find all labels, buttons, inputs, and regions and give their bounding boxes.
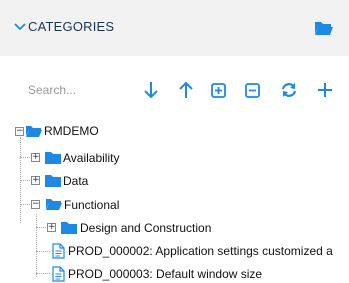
plus-icon[interactable] [316,80,334,100]
categories-header[interactable]: CATEGORIES [0,0,349,56]
expand-toggle[interactable]: + [47,223,56,232]
tree-node-label: Availability [63,151,120,165]
minus-square-icon[interactable] [244,80,262,100]
collapse-toggle[interactable]: − [15,127,24,136]
folder-icon [45,152,61,164]
folder-icon [45,175,61,187]
tree-node-label: Functional [64,198,120,212]
tree-node-label: RMDEMO [44,124,99,138]
expand-toggle[interactable]: + [31,176,40,185]
document-icon [52,243,65,259]
arrow-down-icon[interactable] [142,80,160,100]
folder-open-icon [46,199,62,210]
panel-title: CATEGORIES [28,19,115,34]
document-icon [52,266,65,282]
plus-square-icon[interactable] [210,80,228,100]
tree-node-label: PROD_000002: Application settings custom… [68,244,333,258]
tree-node-label: Design and Construction [80,221,212,235]
tree-node-label: Data [63,174,89,188]
search-input[interactable] [28,80,128,100]
chevron-down-icon[interactable] [13,20,27,34]
expand-toggle[interactable]: + [31,153,40,162]
folder-open-icon[interactable] [314,19,334,37]
tree-node-label: PROD_000003: Default window size [68,267,263,281]
arrow-up-icon[interactable] [177,80,195,100]
refresh-icon[interactable] [280,80,298,100]
folder-open-icon [26,126,42,137]
collapse-toggle[interactable]: − [31,200,40,209]
folder-icon [61,222,77,234]
